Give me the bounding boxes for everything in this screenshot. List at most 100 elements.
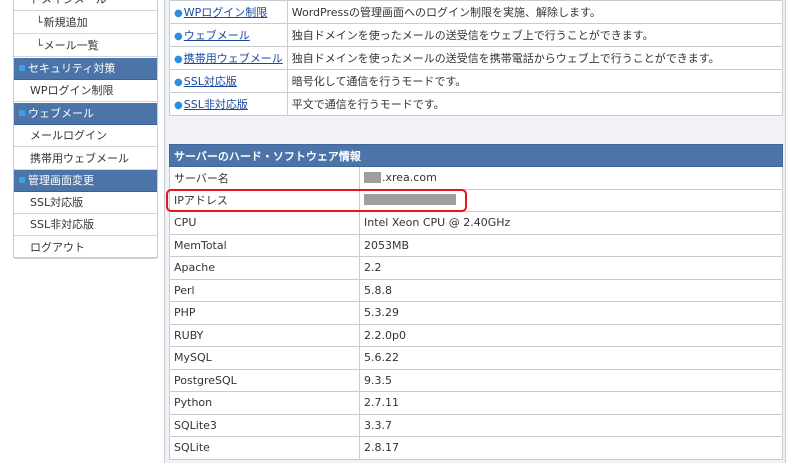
table-row: IPアドレス	[169, 188, 783, 212]
tree-elbow-icon: └	[36, 39, 43, 52]
sidebar-item-label: 携帯用ウェブメール	[30, 152, 129, 165]
feature-name-cell: ●携帯用ウェブメール	[169, 46, 288, 70]
feature-description: WordPressの管理画面へのログイン制限を実施、解除します。	[286, 0, 784, 24]
info-value: 3.3.7	[359, 413, 783, 437]
feature-row: ●WPログイン制限 WordPressの管理画面へのログイン制限を実施、解除します…	[169, 0, 784, 24]
table-row: CPU Intel Xeon CPU @ 2.40GHz	[169, 211, 783, 235]
feature-description: 平文で通信を行うモードです。	[286, 92, 784, 116]
table-row: PHP 5.3.29	[169, 301, 783, 325]
table-row: Python 2.7.11	[169, 391, 783, 415]
info-key: SQLite	[169, 436, 360, 460]
redacted-mask	[364, 171, 381, 183]
feature-description: 暗号化して通信を行うモードです。	[286, 69, 784, 93]
info-value: 5.3.29	[359, 301, 783, 325]
table-row: サーバー名 .xrea.com	[169, 166, 783, 190]
feature-link[interactable]: SSL非対応版	[184, 98, 248, 111]
sidebar-item-label: 新規追加	[43, 16, 88, 29]
sidebar-item-11[interactable]: ログアウト	[14, 237, 157, 259]
feature-name-cell: ●SSL対応版	[169, 69, 288, 93]
table-row: PostgreSQL 9.3.5	[169, 368, 783, 392]
info-key: PHP	[169, 301, 360, 325]
sidebar-section-header: 管理画面変更	[14, 170, 157, 192]
feature-row: ●ウェブメール 独自ドメインを使ったメールの送受信をウェブ上で行うことができます。	[169, 23, 784, 47]
server-info-title: サーバーのハード・ソフトウェア情報	[169, 144, 783, 167]
info-key: MemTotal	[169, 233, 360, 257]
table-row: Perl 5.8.8	[169, 278, 783, 302]
bullet-icon: ●	[174, 77, 183, 88]
sidebar-item-label: SSL対応版	[30, 196, 84, 209]
sidebar-item-0[interactable]: ドメインメール	[14, 0, 157, 11]
table-row: SQLite 2.8.17	[169, 436, 783, 460]
feature-name-cell: ●WPログイン制限	[169, 0, 288, 24]
redacted-mask	[364, 194, 456, 206]
feature-row: ●SSL非対応版 平文で通信を行うモードです。	[169, 92, 784, 116]
bullet-icon: ●	[174, 100, 183, 111]
table-row: SQLite3 3.3.7	[169, 413, 783, 437]
info-key: Perl	[169, 278, 360, 302]
info-key: Apache	[169, 256, 360, 280]
sidebar-item-label: ログアウト	[30, 241, 85, 254]
info-key: MySQL	[169, 346, 360, 370]
sidebar-section-header: ウェブメール	[14, 103, 157, 125]
info-value: 2.2.0p0	[359, 323, 783, 347]
square-bullet-icon	[19, 110, 25, 116]
bullet-icon: ●	[174, 54, 183, 65]
ip-address-label: IPアドレス	[169, 188, 360, 212]
main-panel: ●WPログイン制限 WordPressの管理画面へのログイン制限を実施、解除します…	[164, 0, 786, 463]
info-value: 9.3.5	[359, 368, 783, 392]
server-name-value: .xrea.com	[359, 166, 783, 190]
server-name-suffix: .xrea.com	[382, 171, 437, 185]
sidebar-item-2[interactable]: └メール一覧	[14, 35, 157, 57]
feature-table: ●WPログイン制限 WordPressの管理画面へのログイン制限を実施、解除します…	[169, 0, 784, 116]
info-key: CPU	[169, 211, 360, 235]
bullet-icon: ●	[174, 31, 183, 42]
feature-row: ●SSL対応版 暗号化して通信を行うモードです。	[169, 69, 784, 93]
sidebar-item-4[interactable]: WPログイン制限	[14, 80, 157, 102]
feature-link[interactable]: SSL対応版	[184, 75, 237, 88]
info-value: 2053MB	[359, 233, 783, 257]
feature-link[interactable]: WPログイン制限	[184, 6, 268, 19]
info-key: SQLite3	[169, 413, 360, 437]
feature-description: 独自ドメインを使ったメールの送受信を携帯電話からウェブ上で行うことができます。	[286, 46, 784, 70]
info-value: 5.6.22	[359, 346, 783, 370]
sidebar-item-10[interactable]: SSL非対応版	[14, 214, 157, 236]
sidebar-item-label: WPログイン制限	[30, 84, 114, 97]
tree-elbow-icon: └	[36, 16, 43, 29]
feature-link[interactable]: 携帯用ウェブメール	[184, 52, 283, 65]
feature-description: 独自ドメインを使ったメールの送受信をウェブ上で行うことができます。	[286, 23, 784, 47]
sidebar-section-label: 管理画面変更	[28, 174, 94, 187]
info-key: Python	[169, 391, 360, 415]
info-value: 5.8.8	[359, 278, 783, 302]
table-row: MySQL 5.6.22	[169, 346, 783, 370]
sidebar-item-1[interactable]: └新規追加	[14, 12, 157, 34]
sidebar-item-label: SSL非対応版	[30, 218, 95, 231]
sidebar-item-label: ドメインメール	[30, 0, 107, 6]
feature-name-cell: ●ウェブメール	[169, 23, 288, 47]
bullet-icon: ●	[174, 8, 183, 19]
info-value: 2.7.11	[359, 391, 783, 415]
sidebar-section-label: セキュリティ対策	[28, 62, 116, 75]
square-bullet-icon	[19, 177, 25, 183]
info-value: 2.8.17	[359, 436, 783, 460]
sidebar: ドメインメール└新規追加└メール一覧セキュリティ対策WPログイン制限ウェブメール…	[13, 0, 158, 259]
info-value: 2.2	[359, 256, 783, 280]
info-key: PostgreSQL	[169, 368, 360, 392]
sidebar-item-label: メール一覧	[43, 39, 99, 52]
feature-link[interactable]: ウェブメール	[184, 29, 250, 42]
sidebar-item-label: メールログイン	[30, 129, 107, 142]
sidebar-item-6[interactable]: メールログイン	[14, 125, 157, 147]
section-gap	[169, 116, 783, 144]
info-value: Intel Xeon CPU @ 2.40GHz	[359, 211, 783, 235]
sidebar-item-9[interactable]: SSL対応版	[14, 192, 157, 214]
table-row: MemTotal 2053MB	[169, 233, 783, 257]
ip-address-value	[359, 188, 783, 212]
table-row: RUBY 2.2.0p0	[169, 323, 783, 347]
info-key: RUBY	[169, 323, 360, 347]
server-info-table: サーバーのハード・ソフトウェア情報 サーバー名 .xrea.com IPアドレス…	[169, 144, 783, 460]
feature-row: ●携帯用ウェブメール 独自ドメインを使ったメールの送受信を携帯電話からウェブ上で行…	[169, 46, 784, 70]
square-bullet-icon	[19, 65, 25, 71]
table-row: Apache 2.2	[169, 256, 783, 280]
sidebar-section-header: セキュリティ対策	[14, 58, 157, 80]
sidebar-item-7[interactable]: 携帯用ウェブメール	[14, 148, 157, 170]
server-name-label: サーバー名	[169, 166, 360, 190]
